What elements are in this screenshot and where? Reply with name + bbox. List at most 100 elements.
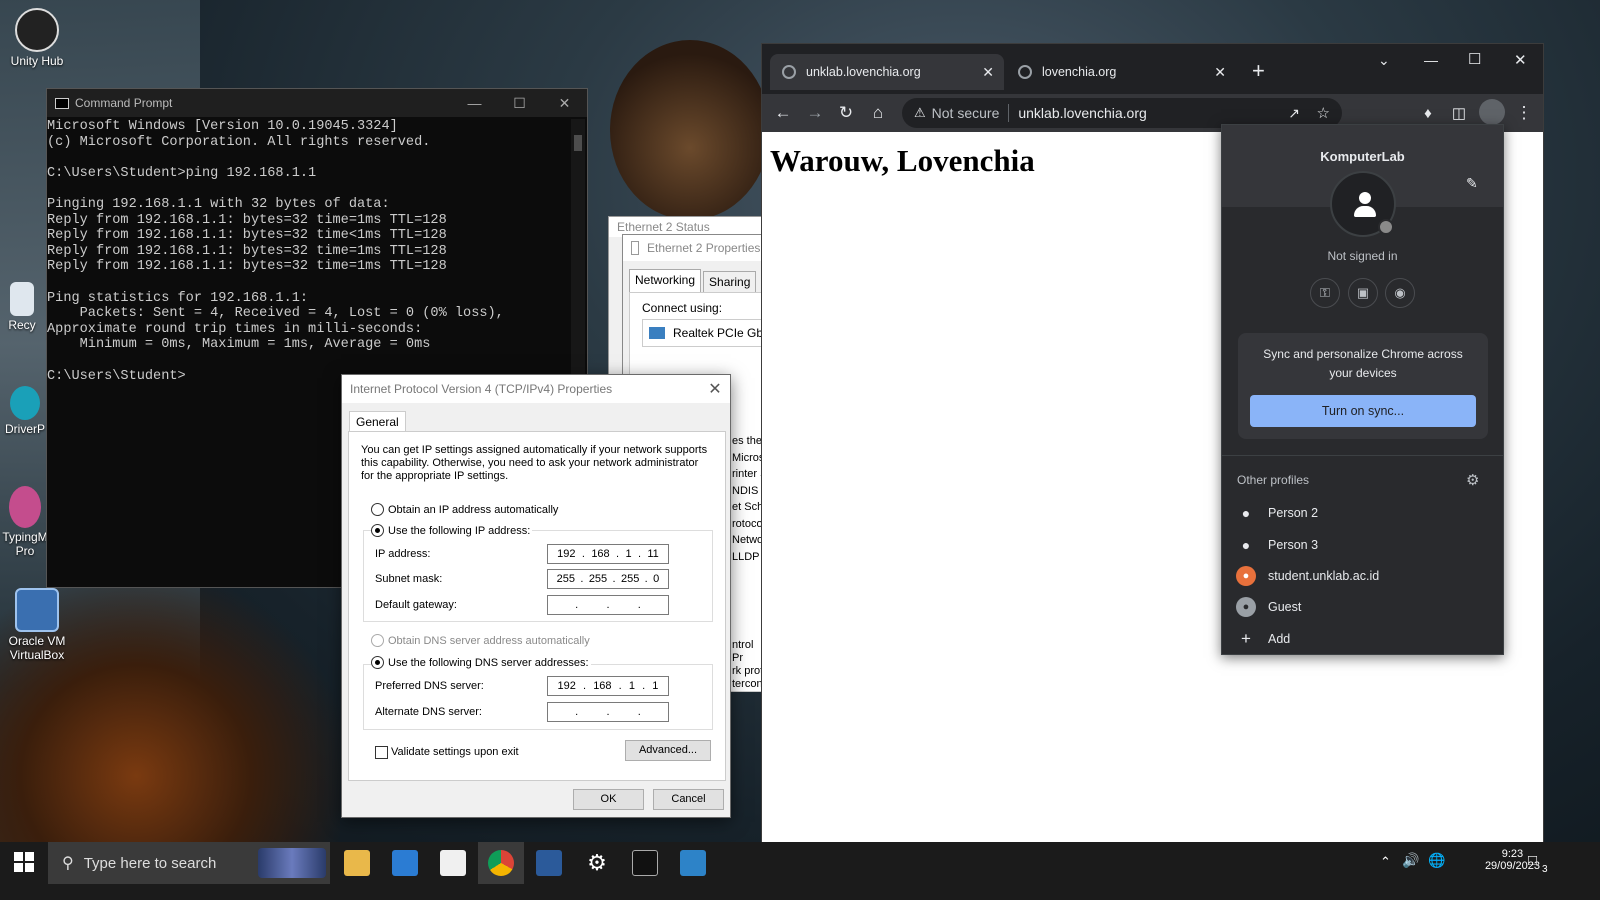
cmd-titlebar[interactable]: Command Prompt — ☐ ✕ bbox=[47, 89, 587, 117]
octet: 1 bbox=[625, 548, 632, 560]
profile-item-person-2[interactable]: ● Person 2 bbox=[1236, 501, 1318, 525]
desktop-icon-label: Oracle VM VirtualBox bbox=[8, 634, 66, 662]
edit-pencil-icon[interactable]: ✎ bbox=[1466, 175, 1478, 192]
tab-unklab[interactable]: unklab.lovenchia.org ✕ bbox=[770, 54, 1004, 90]
person-icon bbox=[1359, 192, 1371, 204]
cancel-button[interactable]: Cancel bbox=[653, 789, 724, 810]
alternate-dns-label: Alternate DNS server: bbox=[375, 706, 482, 718]
desktop-icon-virtualbox[interactable]: Oracle VM VirtualBox bbox=[0, 588, 77, 662]
cmd-output[interactable]: Microsoft Windows [Version 10.0.19045.33… bbox=[47, 117, 587, 384]
radio-circle bbox=[371, 656, 384, 669]
default-gateway-field[interactable]: ... bbox=[547, 595, 669, 615]
volume-icon[interactable]: 🔊 bbox=[1402, 852, 1419, 869]
profile-avatar-button[interactable] bbox=[1479, 99, 1505, 125]
add-icon: + bbox=[1241, 629, 1251, 648]
url-text[interactable]: unklab.lovenchia.org bbox=[1018, 105, 1146, 121]
close-icon[interactable]: ✕ bbox=[1514, 51, 1527, 69]
desktop-icon-label: Unity Hub bbox=[10, 54, 64, 68]
ipv4-titlebar[interactable]: Internet Protocol Version 4 (TCP/IPv4) P… bbox=[342, 375, 730, 403]
new-tab-icon[interactable]: + bbox=[1252, 58, 1265, 84]
general-panel: You can get IP settings assigned automat… bbox=[348, 431, 726, 781]
tab-general[interactable]: General bbox=[349, 411, 406, 432]
settings-gear-icon[interactable]: ⚙ bbox=[584, 850, 610, 876]
back-icon[interactable]: ← bbox=[771, 103, 795, 123]
reload-icon[interactable]: ↻ bbox=[834, 103, 858, 123]
bookmark-star-icon[interactable]: ☆ bbox=[1317, 104, 1330, 122]
maximize-icon[interactable]: ☐ bbox=[497, 95, 542, 112]
tab-networking[interactable]: Networking bbox=[629, 269, 702, 292]
eth-props-titlebar[interactable]: Ethernet 2 Properties bbox=[623, 235, 767, 261]
close-tab-icon[interactable]: ✕ bbox=[982, 64, 994, 81]
ipv4-properties-dialog[interactable]: Internet Protocol Version 4 (TCP/IPv4) P… bbox=[341, 374, 731, 818]
turn-on-sync-button[interactable]: Turn on sync... bbox=[1250, 395, 1476, 427]
close-icon[interactable]: ✕ bbox=[542, 95, 587, 112]
preferred-dns-field[interactable]: 192. 168. 1. 1 bbox=[547, 676, 669, 696]
dev-app-icon[interactable] bbox=[536, 850, 562, 876]
ip-address-field[interactable]: 192. 168. 1. 11 bbox=[547, 544, 669, 564]
notification-icon[interactable]: □ bbox=[1528, 852, 1537, 869]
search-highlight-image bbox=[258, 848, 326, 878]
use-ip-radio[interactable]: Use the following IP address: bbox=[371, 524, 533, 537]
tab-title: unklab.lovenchia.org bbox=[806, 65, 921, 79]
minimize-icon[interactable]: — bbox=[452, 95, 497, 112]
profile-item-student[interactable]: ● student.unklab.ac.id bbox=[1236, 564, 1379, 588]
desktop-icon-recycle[interactable]: Recy bbox=[0, 282, 47, 332]
minimize-icon[interactable]: — bbox=[1424, 52, 1438, 68]
forward-icon[interactable]: → bbox=[803, 103, 827, 123]
not-secure-label[interactable]: Not secure bbox=[932, 105, 1000, 121]
manage-profiles-gear-icon[interactable]: ⚙ bbox=[1466, 471, 1479, 489]
menu-icon[interactable]: ⋮ bbox=[1512, 103, 1536, 123]
scroll-thumb[interactable] bbox=[574, 135, 582, 151]
close-tab-icon[interactable]: ✕ bbox=[1214, 64, 1226, 81]
start-windows-icon[interactable] bbox=[14, 852, 34, 872]
person-avatar-icon: ● bbox=[1236, 566, 1256, 586]
side-panel-icon[interactable]: ◫ bbox=[1447, 104, 1471, 122]
maximize-icon[interactable]: ☐ bbox=[1468, 50, 1481, 68]
ok-button[interactable]: OK bbox=[573, 789, 644, 810]
cmd-taskbar-icon[interactable] bbox=[632, 850, 658, 876]
profile-item-guest[interactable]: ● Guest bbox=[1236, 595, 1301, 619]
extensions-icon[interactable]: ♦ bbox=[1416, 105, 1440, 122]
obtain-dns-radio[interactable]: Obtain DNS server address automatically bbox=[371, 634, 590, 647]
recycle-bin-icon bbox=[10, 282, 34, 316]
profile-item-person-3[interactable]: ● Person 3 bbox=[1236, 533, 1318, 557]
taskbar-search[interactable]: ⚲ Type here to search bbox=[48, 842, 330, 884]
profile-name: KomputerLab bbox=[1320, 149, 1405, 164]
passwords-key-icon[interactable]: ⚿ bbox=[1310, 278, 1340, 308]
profile-item-add[interactable]: + Add bbox=[1236, 627, 1290, 651]
alternate-dns-field[interactable]: ... bbox=[547, 702, 669, 722]
validate-label: Validate settings upon exit bbox=[391, 746, 519, 758]
payment-card-icon[interactable]: ▣ bbox=[1348, 278, 1378, 308]
subnet-mask-field[interactable]: 255. 255. 255. 0 bbox=[547, 569, 669, 589]
validate-checkbox[interactable] bbox=[375, 746, 388, 759]
page-heading: Warouw, Lovenchia bbox=[770, 143, 1035, 178]
chrome-icon[interactable] bbox=[488, 850, 514, 876]
location-icon[interactable]: ◉ bbox=[1385, 278, 1415, 308]
ipv4-title: Internet Protocol Version 4 (TCP/IPv4) P… bbox=[350, 382, 613, 396]
tab-search-icon[interactable]: ⌄ bbox=[1378, 52, 1390, 69]
desktop-icon-unity-hub[interactable]: Unity Hub bbox=[0, 8, 77, 68]
network-connections-icon[interactable] bbox=[680, 850, 706, 876]
octet: 1 bbox=[628, 680, 635, 692]
other-profiles-label: Other profiles bbox=[1237, 473, 1310, 487]
store-icon[interactable] bbox=[440, 850, 466, 876]
mail-icon[interactable] bbox=[392, 850, 418, 876]
use-dns-radio[interactable]: Use the following DNS server addresses: bbox=[371, 656, 591, 669]
tab-lovenchia[interactable]: lovenchia.org ✕ bbox=[1006, 54, 1236, 90]
radio-circle bbox=[371, 524, 384, 537]
tab-sharing[interactable]: Sharing bbox=[703, 271, 757, 292]
network-globe-icon[interactable]: 🌐 bbox=[1428, 852, 1445, 869]
advanced-button[interactable]: Advanced... bbox=[625, 740, 711, 761]
close-icon[interactable]: ✕ bbox=[700, 379, 730, 399]
home-icon[interactable]: ⌂ bbox=[866, 103, 890, 123]
wallpaper-figure bbox=[610, 40, 770, 220]
obtain-ip-radio[interactable]: Obtain an IP address automatically bbox=[371, 503, 558, 516]
connect-using-label: Connect using: bbox=[642, 301, 723, 315]
share-icon[interactable]: ↗ bbox=[1288, 105, 1300, 122]
desktop-icon-label: TypingM Pro bbox=[2, 530, 48, 558]
file-explorer-icon[interactable] bbox=[344, 850, 370, 876]
profile-menu[interactable]: KomputerLab ✎ Not signed in ⚿ ▣ ◉ Sync a… bbox=[1221, 124, 1504, 655]
radio-circle bbox=[371, 503, 384, 516]
show-hidden-icons-chevron-icon[interactable]: ⌃ bbox=[1380, 854, 1391, 870]
warning-icon: ⚠ bbox=[914, 105, 926, 120]
